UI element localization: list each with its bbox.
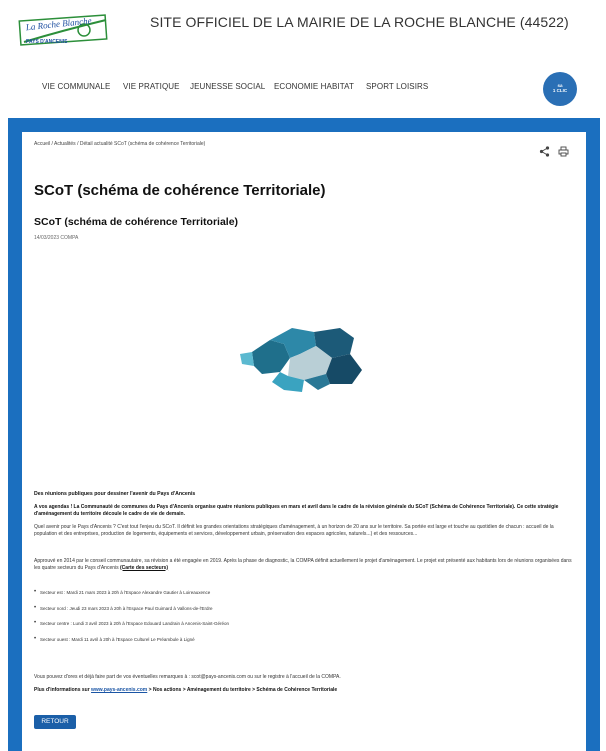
meeting-item: Secteur nord : Jeudi 23 mars 2023 à 20h … — [34, 605, 213, 611]
approval-text: Approuvé en 2014 par le conseil communau… — [34, 558, 572, 571]
article-subtitle: SCoT (schéma de cohérence Territoriale) — [34, 216, 239, 228]
nav-item-vie-communale[interactable]: VIE COMMUNALE — [42, 82, 110, 91]
remarks-paragraph: Vous pouvez d'ores et déjà faire part de… — [34, 674, 341, 680]
more-info-prefix: Plus d'informations sur — [34, 687, 90, 693]
site-title: SITE OFFICIEL DE LA MAIRIE DE LA ROCHE B… — [150, 14, 569, 30]
back-button[interactable]: RETOUR — [34, 715, 76, 729]
nav-item-sport-loisirs[interactable]: SPORT LOISIRS — [366, 82, 428, 91]
more-info-path: > Nos actions > Aménagement du territoir… — [148, 687, 338, 693]
share-icon[interactable] — [539, 144, 550, 157]
main-nav: VIE COMMUNALE VIE PRATIQUE JEUNESSE SOCI… — [0, 72, 606, 106]
site-header: La Roche Blanche PAYS D'ANCENIS SITE OFF… — [0, 0, 606, 60]
article-card: Accueil / Actualités / Détail actualité … — [22, 132, 586, 751]
nav-item-jeunesse-social[interactable]: JEUNESSE SOCIAL — [190, 82, 265, 91]
more-info-line: Plus d'informations sur www.pays-ancenis… — [34, 687, 574, 694]
nav-item-vie-pratique[interactable]: VIE PRATIQUE — [123, 82, 180, 91]
meeting-item: Secteur est : Mardi 21 mars 2023 à 20h à… — [34, 589, 210, 595]
section-heading: Des réunions publiques pour dessiner l'a… — [34, 491, 196, 497]
article-meta: 14/03/2023 COMPA — [34, 235, 79, 241]
website-link[interactable]: www.pays-ancenis.com — [91, 687, 147, 693]
meeting-item: Secteur centre : Lundi 3 avril 2023 à 20… — [34, 620, 229, 626]
one-click-badge[interactable]: sa 1 CLIC — [543, 72, 577, 106]
logo-graphic: La Roche Blanche PAYS D'ANCENIS — [18, 14, 108, 46]
breadcrumb[interactable]: Accueil / Actualités / Détail actualité … — [34, 141, 205, 147]
territory-map-image — [232, 314, 372, 404]
nav-item-economie-habitat[interactable]: ECONOMIE HABITAT — [274, 82, 354, 91]
intro-paragraph: A vos agendas ! La Communauté de commune… — [34, 504, 559, 517]
approval-paragraph: Approuvé en 2014 par le conseil communau… — [34, 558, 574, 571]
print-icon[interactable] — [558, 144, 569, 157]
meeting-item: Secteur ouest : Mardi 11 avril à 20h à l… — [34, 636, 195, 642]
svg-text:PAYS D'ANCENIS: PAYS D'ANCENIS — [26, 39, 68, 45]
page-title: SCoT (schéma de cohérence Territoriale) — [34, 182, 326, 199]
sector-map-link[interactable]: (Carte des secteurs) — [120, 565, 168, 571]
badge-line-2: 1 CLIC — [552, 88, 568, 93]
site-logo[interactable]: La Roche Blanche PAYS D'ANCENIS — [18, 12, 110, 46]
context-paragraph: Quel avenir pour le Pays d'Ancenis ? C'e… — [34, 524, 554, 537]
